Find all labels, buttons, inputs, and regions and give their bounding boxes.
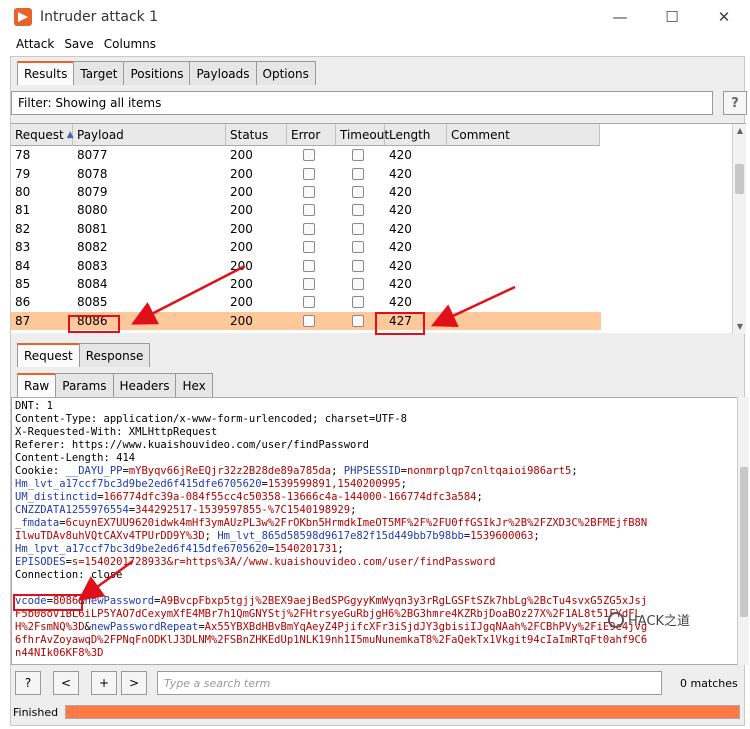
watermark: HACK之道 [608,610,690,629]
wechat-icon [608,611,624,628]
arrow-to-length [430,285,516,327]
arrow-to-payload [131,264,246,325]
watermark-text: HACK之道 [628,614,691,629]
arrow-to-vcode [77,559,134,601]
